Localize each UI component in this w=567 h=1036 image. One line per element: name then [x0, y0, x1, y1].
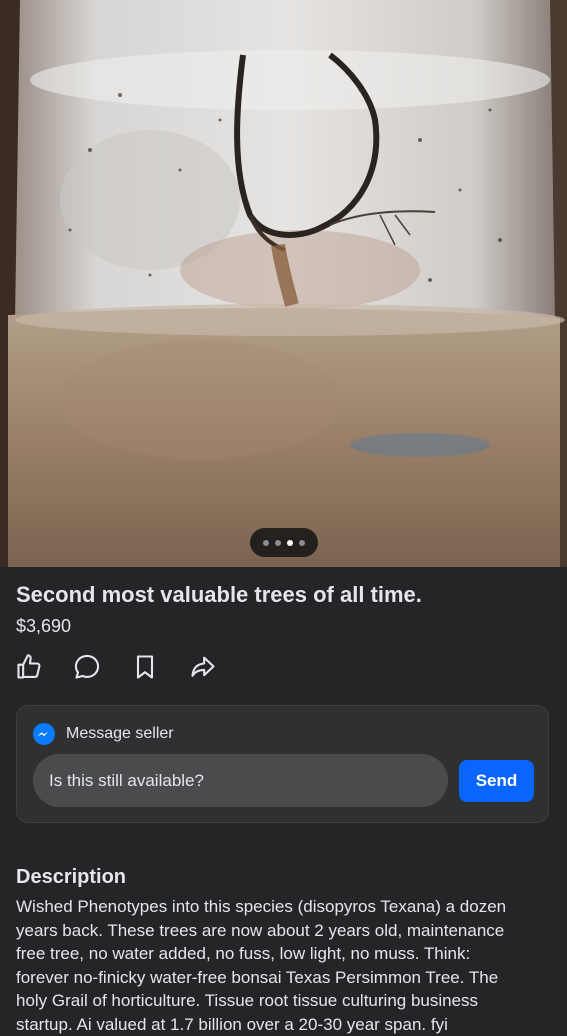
like-button[interactable]: [14, 652, 44, 682]
description-line: Wished Phenotypes into this species (dis…: [16, 895, 546, 919]
share-arrow-icon: [189, 653, 217, 681]
carousel-indicator[interactable]: [250, 528, 318, 557]
carousel-dot: [299, 540, 305, 546]
message-seller-header: Message seller: [32, 722, 174, 746]
message-seller-label: Message seller: [66, 725, 174, 743]
listing-photo[interactable]: [0, 0, 567, 567]
messenger-icon: [32, 722, 56, 746]
comment-button[interactable]: [72, 652, 102, 682]
description-line: startup. Ai valued at 1.7 billion over a…: [16, 1013, 546, 1036]
carousel-dot: [263, 540, 269, 546]
share-button[interactable]: [188, 652, 218, 682]
speech-bubble-icon: [73, 653, 101, 681]
bookmark-icon: [131, 653, 159, 681]
save-button[interactable]: [130, 652, 160, 682]
action-row: [14, 652, 218, 682]
description-text: Wished Phenotypes into this species (dis…: [16, 895, 546, 1036]
description-line: free tree, no water added, no fuss, low …: [16, 942, 546, 966]
message-input[interactable]: Is this still available?: [33, 754, 448, 807]
listing-price: $3,690: [16, 614, 71, 638]
jar-photo-illustration: [0, 0, 567, 567]
listing-title: Second most valuable trees of all time.: [16, 581, 556, 609]
send-button[interactable]: Send: [459, 760, 534, 802]
description-line: forever no-finicky water-free bonsai Tex…: [16, 966, 546, 990]
carousel-dot-active: [287, 540, 293, 546]
message-seller-card: Message seller Is this still available? …: [16, 705, 549, 823]
description-line: years back. These trees are now about 2 …: [16, 919, 546, 943]
description-line: holy Grail of horticulture. Tissue root …: [16, 989, 546, 1013]
carousel-dot: [275, 540, 281, 546]
thumbs-up-icon: [15, 653, 43, 681]
description-heading: Description: [16, 866, 126, 889]
